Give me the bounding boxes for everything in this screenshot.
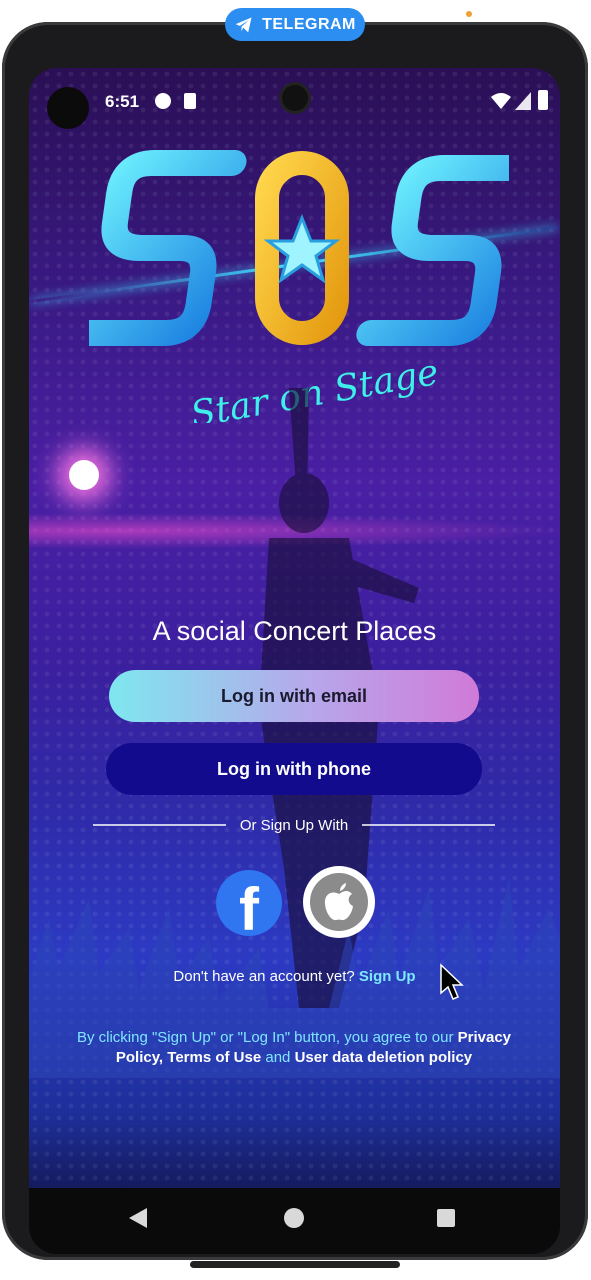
back-icon[interactable] [129,1208,147,1228]
terms-of-use-link[interactable]: Terms of Use [167,1049,261,1066]
account-prompt-text: Don't have an account yet? [173,968,355,985]
status-bar: 6:51 [29,68,560,129]
status-time: 6:51 [105,92,140,111]
camera-cutout-left [47,87,89,129]
apple-icon-bg [310,873,368,931]
app-screen: 6:51 Star on Stage A social Concert Plac… [29,68,560,1254]
signal-icon [515,92,531,110]
tagline: A social Concert Places [152,616,437,646]
facebook-icon: f [239,876,259,937]
sos-logo: Star on Stage [89,150,509,423]
telegram-badge-label: TELEGRAM [262,15,356,33]
phone-frame: 6:51 Star on Stage A social Concert Plac… [2,22,588,1260]
telegram-badge[interactable]: TELEGRAM [225,8,365,41]
login-email-button[interactable]: Log in with email [109,670,479,722]
divider-line-left [93,824,226,826]
front-camera [282,85,308,111]
stage-light [69,460,99,490]
mouse-cursor-icon [440,963,464,1000]
battery-icon [538,90,548,110]
login-phone-button[interactable]: Log in with phone [106,743,482,795]
notification-dot [466,11,472,17]
system-nav-bar [29,1188,560,1254]
signup-link[interactable]: Sign Up [359,968,416,985]
terms-prefix: By clicking "Sign Up" or "Log In" button… [76,1029,454,1046]
home-indicator [190,1261,400,1268]
home-icon[interactable] [284,1208,304,1228]
deletion-policy-link[interactable]: User data deletion policy [295,1049,473,1066]
divider-line-right [362,824,495,826]
sim-icon [184,93,196,109]
account-prompt: Don't have an account yet? Sign Up [29,968,560,985]
terms-notice: By clicking "Sign Up" or "Log In" button… [69,1028,519,1068]
recents-icon[interactable] [437,1209,455,1227]
apple-signup-button[interactable] [303,866,375,938]
notification-icon [155,93,171,109]
apple-icon [324,883,353,921]
facebook-signup-button[interactable]: f [216,870,282,936]
terms-and: and [265,1049,291,1066]
or-divider: Or Sign Up With [93,813,495,837]
wifi-icon [491,93,511,109]
telegram-icon [235,17,252,32]
or-divider-text: Or Sign Up With [239,816,349,834]
